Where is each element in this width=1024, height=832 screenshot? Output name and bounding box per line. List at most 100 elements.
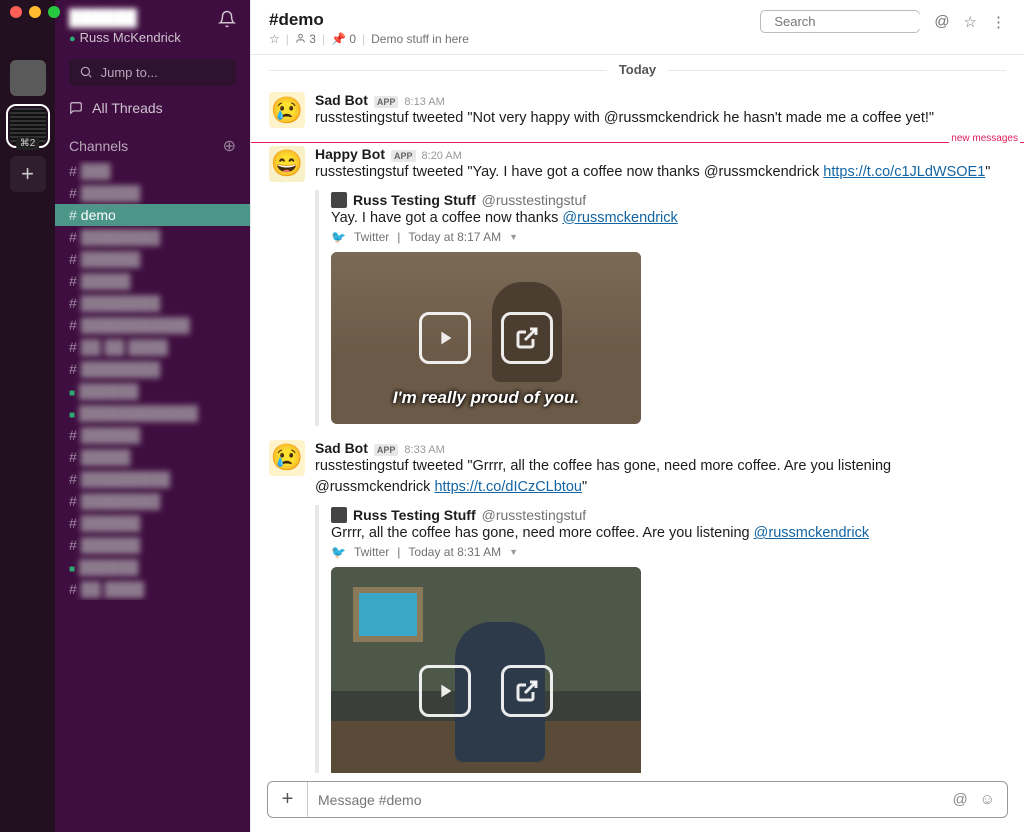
message-composer[interactable]: + @ ☺	[267, 781, 1008, 818]
channel-item[interactable]: #█████	[55, 446, 250, 468]
channel-item[interactable]: ■████████████	[55, 402, 250, 424]
channel-item[interactable]: #████████	[55, 358, 250, 380]
search-input[interactable]	[774, 14, 950, 29]
workspace-rail: ⌘2 +	[0, 0, 55, 832]
message-time: 8:13 AM	[404, 96, 444, 108]
mentions-icon[interactable]: @	[934, 13, 949, 30]
channel-item[interactable]: #█████	[55, 270, 250, 292]
main-column: #demo ☆| 3| 📌 0| Demo stuff in here @ ☆	[250, 0, 1024, 832]
more-icon[interactable]: ⋮	[991, 13, 1006, 31]
workspace-shortcut-badge: ⌘2	[16, 137, 40, 150]
channel-item[interactable]: #██████	[55, 424, 250, 446]
channel-item[interactable]: #██████	[55, 534, 250, 556]
channel-list: #███ #██████ #demo #████████ #██████ #██…	[55, 160, 250, 600]
message-time: 8:20 AM	[422, 150, 462, 162]
jump-to-input[interactable]: Jump to...	[69, 59, 236, 86]
close-window-button[interactable]	[10, 6, 22, 18]
attachment-time: Today at 8:17 AM	[408, 230, 501, 244]
channel-item[interactable]: #██ ██ ████	[55, 336, 250, 358]
attachment-title[interactable]: Russ Testing Stuff	[353, 192, 476, 208]
message-text: russtestingstuf tweeted "Not very happy …	[315, 108, 1006, 130]
all-threads-link[interactable]: All Threads	[55, 94, 250, 122]
maximize-window-button[interactable]	[48, 6, 60, 18]
attachment-source: Twitter	[354, 230, 389, 244]
channel-item[interactable]: #██████	[55, 182, 250, 204]
attachment-handle[interactable]: @russtestingstuf	[482, 507, 586, 523]
media-preview[interactable]	[331, 567, 641, 773]
channel-title[interactable]: #demo	[269, 10, 718, 30]
workspace-switch-2[interactable]: ⌘2	[10, 108, 46, 144]
message-link[interactable]: https://t.co/c1JLdWSOE1	[823, 164, 985, 180]
message-author[interactable]: Sad Bot	[315, 92, 368, 108]
channel-item[interactable]: #████████	[55, 490, 250, 512]
message: 😢 Sad Bot APP 8:13 AM russtestingstuf tw…	[269, 88, 1006, 140]
jump-to-label: Jump to...	[101, 65, 158, 80]
message: 😄 Happy Bot APP 8:20 AM russtestingstuf …	[269, 142, 1006, 436]
mention-icon[interactable]: @	[952, 791, 967, 808]
app-badge: APP	[391, 150, 416, 162]
channel-item[interactable]: #███████████	[55, 314, 250, 336]
media-caption: I'm really proud of you.	[331, 388, 641, 408]
twitter-icon: 🐦	[331, 230, 346, 244]
channel-item[interactable]: #█████████	[55, 468, 250, 490]
star-icon[interactable]: ☆	[269, 32, 280, 46]
mention-link[interactable]: @russmckendrick	[754, 525, 869, 541]
app-badge: APP	[374, 96, 399, 108]
play-icon[interactable]	[419, 312, 471, 364]
attachment: Russ Testing Stuff @russtestingstuf Yay.…	[315, 190, 955, 426]
channel-item[interactable]: ■██████	[55, 380, 250, 402]
message-list: Today 😢 Sad Bot APP 8:13 AM russtestings…	[251, 55, 1024, 773]
play-icon[interactable]	[419, 665, 471, 717]
members-count[interactable]: 3	[295, 32, 316, 46]
media-preview[interactable]: I'm really proud of you.	[331, 252, 641, 424]
attachment-time: Today at 8:31 AM	[408, 545, 501, 559]
chevron-down-icon[interactable]: ▼	[509, 547, 518, 557]
workspace-switch-1[interactable]	[10, 60, 46, 96]
message-time: 8:33 AM	[404, 444, 444, 456]
attachment-source: Twitter	[354, 545, 389, 559]
message-link[interactable]: https://t.co/dICzCLbtou	[434, 479, 582, 495]
channel-item[interactable]: #██ ████	[55, 578, 250, 600]
attachment: Russ Testing Stuff @russtestingstuf Grrr…	[315, 505, 955, 773]
message-text: russtestingstuf tweeted "Grrrr, all the …	[315, 456, 1006, 500]
message-author[interactable]: Happy Bot	[315, 146, 385, 162]
attach-button[interactable]: +	[268, 782, 308, 817]
twitter-icon: 🐦	[331, 545, 346, 559]
channel-item[interactable]: #████████	[55, 292, 250, 314]
window-traffic-lights[interactable]	[10, 6, 60, 18]
avatar: 😄	[269, 146, 305, 182]
search-box[interactable]	[760, 10, 920, 33]
channel-item[interactable]: ■██████	[55, 556, 250, 578]
channel-item[interactable]: #███	[55, 160, 250, 182]
channel-topic[interactable]: Demo stuff in here	[371, 32, 469, 46]
chevron-down-icon[interactable]: ▼	[509, 232, 518, 242]
star-channel-icon[interactable]: ☆	[964, 13, 977, 31]
channel-item-demo[interactable]: #demo	[55, 204, 250, 226]
mention-link[interactable]: @russmckendrick	[562, 210, 677, 226]
message-author[interactable]: Sad Bot	[315, 440, 368, 456]
channel-item[interactable]: #██████	[55, 512, 250, 534]
avatar: 😢	[269, 92, 305, 128]
date-divider: Today	[269, 61, 1006, 78]
current-user[interactable]: Russ McKendrick	[69, 30, 181, 45]
pins-count[interactable]: 📌 0	[331, 32, 356, 46]
app-badge: APP	[374, 444, 399, 456]
notifications-icon[interactable]	[218, 10, 236, 33]
add-workspace-button[interactable]: +	[10, 156, 46, 192]
channel-item[interactable]: #████████	[55, 226, 250, 248]
minimize-window-button[interactable]	[29, 6, 41, 18]
channel-header: #demo ☆| 3| 📌 0| Demo stuff in here @ ☆	[251, 0, 1024, 55]
open-external-icon[interactable]	[501, 312, 553, 364]
channel-item[interactable]: #██████	[55, 248, 250, 270]
sidebar: ██████ Russ McKendrick Jump to... All Th…	[55, 0, 250, 832]
composer-input[interactable]	[308, 784, 952, 816]
attachment-handle[interactable]: @russtestingstuf	[482, 192, 586, 208]
add-channel-button[interactable]: ⊕	[223, 136, 236, 156]
attachment-text: Grrrr, all the coffee has gone, need mor…	[331, 525, 955, 541]
attachment-title[interactable]: Russ Testing Stuff	[353, 507, 476, 523]
message: 😢 Sad Bot APP 8:33 AM russtestingstuf tw…	[269, 436, 1006, 774]
attachment-avatar-icon	[331, 507, 347, 523]
open-external-icon[interactable]	[501, 665, 553, 717]
emoji-icon[interactable]: ☺	[980, 791, 995, 808]
team-name[interactable]: ██████	[69, 10, 181, 28]
